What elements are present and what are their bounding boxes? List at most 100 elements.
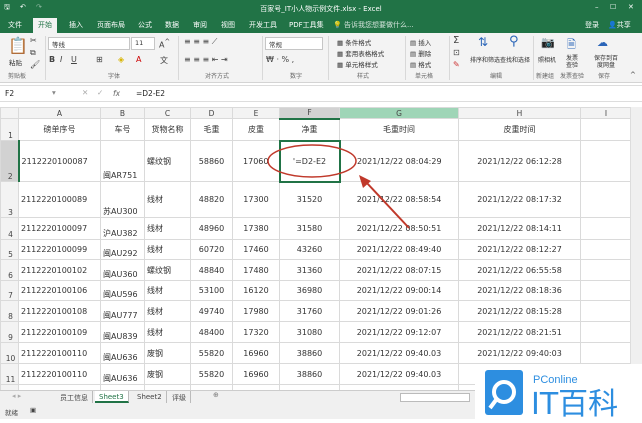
cell-e6[interactable]: 17480: [232, 259, 280, 281]
cell-i10[interactable]: [580, 342, 632, 364]
cell-b2[interactable]: 闽AR751: [100, 140, 145, 182]
cell-g8[interactable]: 2021/12/22 09:01:26: [339, 300, 459, 322]
cell-h10[interactable]: 2021/12/22 09:40:03: [458, 342, 581, 364]
tab-insert[interactable]: 插入: [69, 20, 83, 30]
cell-b11[interactable]: 闽AU636: [100, 363, 145, 385]
row-header[interactable]: 4: [0, 217, 19, 240]
cell-b4[interactable]: 沪AU382: [100, 217, 145, 240]
cell-i9[interactable]: [580, 321, 632, 343]
copy-icon[interactable]: ⧉: [30, 48, 36, 58]
column-header-h[interactable]: H: [458, 107, 581, 119]
cell-d8[interactable]: 49740: [190, 300, 233, 322]
cell-f11[interactable]: 38860: [279, 363, 340, 385]
macro-record-icon[interactable]: ▣: [30, 406, 36, 414]
cell-g3[interactable]: 2021/12/22 08:58:54: [339, 181, 459, 218]
sheet-tab-rating[interactable]: 评级: [168, 391, 191, 403]
tab-developer[interactable]: 开发工具: [249, 20, 277, 30]
cell-d6[interactable]: 48840: [190, 259, 233, 281]
phonetic-icon[interactable]: 文: [160, 55, 168, 66]
row-header[interactable]: 3: [0, 181, 19, 218]
cell-e7[interactable]: 16120: [232, 280, 280, 301]
tab-home[interactable]: 开始: [33, 18, 57, 33]
cancel-icon[interactable]: ✕: [82, 88, 88, 97]
cell-i7[interactable]: [580, 280, 632, 301]
grow-font-icon[interactable]: A^: [159, 38, 170, 50]
cell-e9[interactable]: 17320: [232, 321, 280, 343]
sheet-tab-sheet3[interactable]: Sheet3: [95, 391, 129, 403]
cell-a4[interactable]: 2112220100097: [18, 217, 101, 240]
column-title[interactable]: 毛重时间: [339, 118, 459, 141]
cell-h7[interactable]: 2021/12/22 08:18:36: [458, 280, 581, 301]
column-header-f[interactable]: F: [279, 107, 340, 120]
font-name-select[interactable]: 等线: [48, 37, 130, 50]
cell-a11[interactable]: 2112220100110: [18, 363, 101, 385]
formula-input[interactable]: =D2-E2: [136, 89, 626, 98]
align-center-icon[interactable]: ≡ ≡ ≡ ⇤ ⇥: [184, 55, 228, 64]
cell-e8[interactable]: 17980: [232, 300, 280, 322]
column-title[interactable]: [580, 118, 632, 141]
column-header-e[interactable]: E: [232, 107, 280, 119]
undo-icon[interactable]: ↶: [20, 3, 26, 11]
cell-a9[interactable]: 2112220100109: [18, 321, 101, 343]
column-title[interactable]: 车号: [100, 118, 145, 141]
find-icon[interactable]: ⚲: [509, 34, 519, 49]
save-baidu-button[interactable]: 保存到百度网盘: [592, 55, 620, 69]
tell-me-search[interactable]: 💡 告诉我您想要做什么...: [333, 20, 414, 30]
save-icon[interactable]: 🖫: [4, 3, 10, 14]
column-header-c[interactable]: C: [144, 107, 191, 119]
cell-f4[interactable]: 31580: [279, 217, 340, 240]
cell-h3[interactable]: 2021/12/22 08:17:32: [458, 181, 581, 218]
find-select-button[interactable]: 查找和选择: [500, 55, 530, 64]
cell-f8[interactable]: 31760: [279, 300, 340, 322]
cell-b3[interactable]: 苏AU300: [100, 181, 145, 218]
sort-filter-icon[interactable]: ⇅: [478, 35, 488, 49]
name-box[interactable]: F2: [5, 89, 45, 98]
number-format-select[interactable]: 常规: [265, 37, 323, 50]
cell-f10[interactable]: 38860: [279, 342, 340, 364]
cell-c5[interactable]: 线材: [144, 239, 191, 260]
cell-d10[interactable]: 55820: [190, 342, 233, 364]
cell-f2[interactable]: '=D2-E2: [278, 139, 341, 183]
minimize-icon[interactable]: –: [595, 3, 599, 11]
cell-a2[interactable]: 2112220100087: [18, 140, 101, 182]
redo-icon[interactable]: ↷: [36, 3, 42, 11]
cell-f6[interactable]: 31360: [279, 259, 340, 281]
cell-g6[interactable]: 2021/12/22 08:07:15: [339, 259, 459, 281]
cell-f9[interactable]: 31080: [279, 321, 340, 343]
cell-d11[interactable]: 55820: [190, 363, 233, 385]
select-all-corner[interactable]: [0, 107, 19, 119]
cell-h5[interactable]: 2021/12/22 08:12:27: [458, 239, 581, 260]
insert-cells-button[interactable]: ▤ 插入: [410, 37, 431, 47]
cell-h2[interactable]: 2021/12/22 06:12:28: [458, 140, 581, 182]
collapse-ribbon-icon[interactable]: ^: [630, 71, 636, 79]
cell-g10[interactable]: 2021/12/22 09:40.03: [339, 342, 459, 364]
column-title[interactable]: 货物名称: [144, 118, 191, 141]
clear-icon[interactable]: ✎: [453, 60, 460, 69]
cell-d7[interactable]: 53100: [190, 280, 233, 301]
column-header-b[interactable]: B: [100, 107, 145, 119]
font-size-select[interactable]: 11: [131, 37, 155, 50]
autosum-icon[interactable]: Σ: [453, 35, 459, 46]
cell-i2[interactable]: [580, 140, 632, 182]
bold-button[interactable]: B: [49, 55, 55, 64]
cell-h8[interactable]: 2021/12/22 08:15:28: [458, 300, 581, 322]
column-title[interactable]: 净重: [279, 118, 340, 141]
cell-h4[interactable]: 2021/12/22 08:14:11: [458, 217, 581, 240]
cell-i8[interactable]: [580, 300, 632, 322]
sort-filter-button[interactable]: 排序和筛选: [470, 55, 500, 64]
column-header-d[interactable]: D: [190, 107, 233, 119]
baidu-cloud-icon[interactable]: ☁: [597, 36, 608, 49]
login-link[interactable]: 登录: [585, 20, 599, 30]
tab-review[interactable]: 审阅: [193, 20, 207, 30]
cell-g7[interactable]: 2021/12/22 09:00:14: [339, 280, 459, 301]
cell-a7[interactable]: 2112220100106: [18, 280, 101, 301]
column-header-g[interactable]: G: [339, 107, 459, 119]
cell-b5[interactable]: 闽AU292: [100, 239, 145, 260]
fill-color-icon[interactable]: ◈: [118, 55, 124, 64]
tab-view[interactable]: 视图: [221, 20, 235, 30]
cell-g4[interactable]: 2021/12/22 08:50:51: [339, 217, 459, 240]
cell-b8[interactable]: 闽AU777: [100, 300, 145, 322]
cell-e4[interactable]: 17380: [232, 217, 280, 240]
cell-f5[interactable]: 43260: [279, 239, 340, 260]
camera-button[interactable]: 照相机: [538, 55, 556, 64]
